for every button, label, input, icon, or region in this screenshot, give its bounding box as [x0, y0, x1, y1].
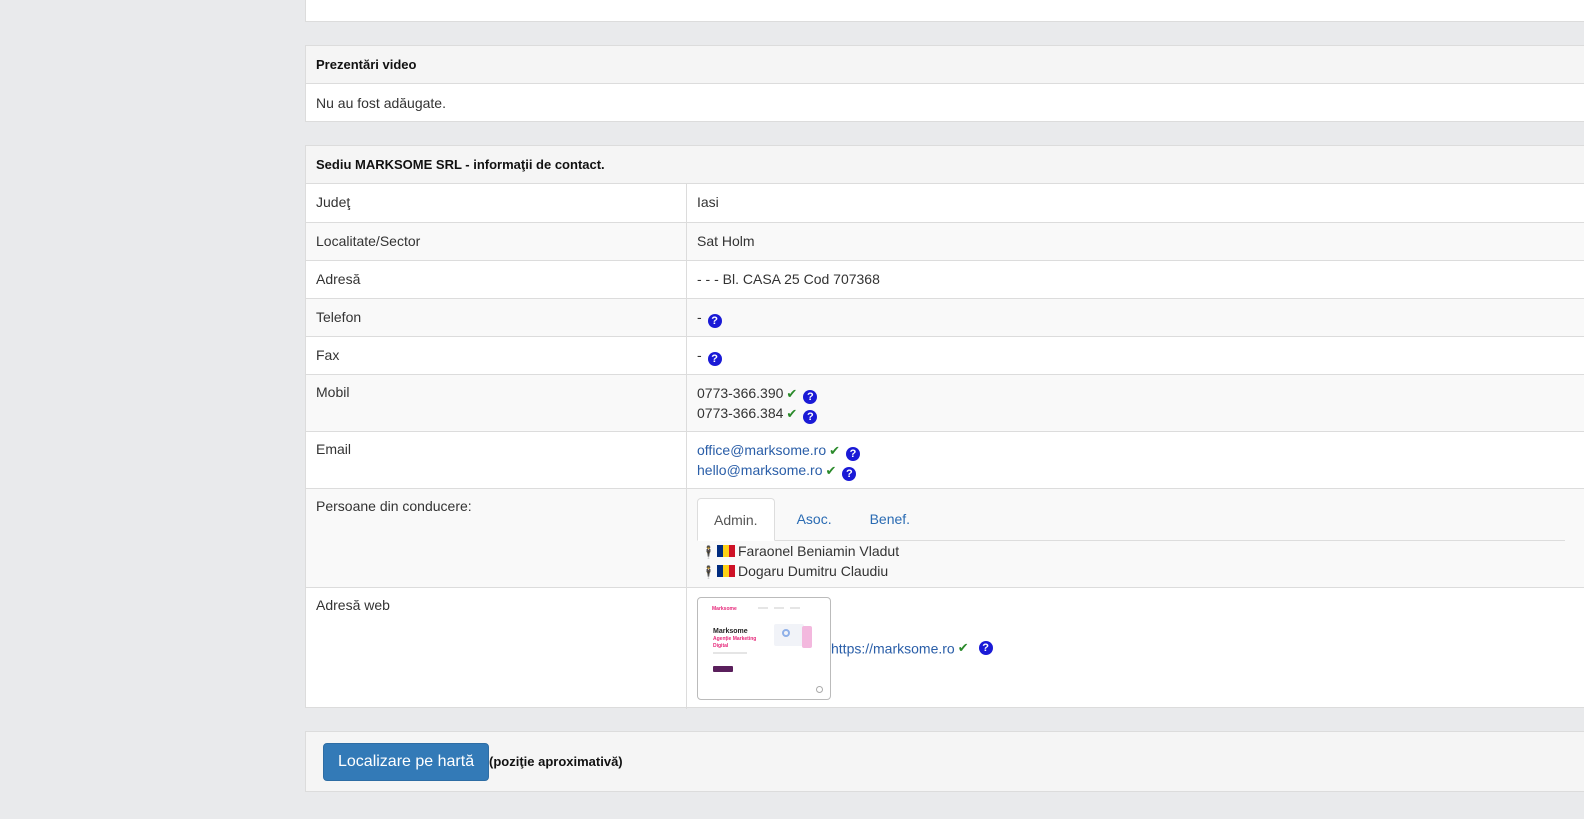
website-thumbnail[interactable]: Marksome Marksome Agenție Marketing Digi… [697, 596, 831, 700]
contact-table: Judeţ Iasi Localitate/Sector Sat Holm Ad… [306, 184, 1584, 709]
question-circle-icon[interactable]: ? [803, 389, 818, 404]
row-value: 0773-366.390 ✔? 0773-366.384 ✔? [686, 373, 1584, 431]
row-label: Judeţ [306, 184, 687, 222]
map-panel: Localizare pe hartă (poziţie aproximativ… [305, 731, 1584, 792]
top-panel-strip [305, 0, 1584, 22]
map-approximate-note: (poziţie aproximativă) [489, 754, 623, 769]
row-label: Fax [306, 335, 687, 374]
thumbnail-brand: Marksome [712, 605, 737, 612]
table-row: Fax -? [306, 335, 1584, 374]
email-link[interactable]: office@marksome.ro [697, 442, 826, 458]
fax-value: - [697, 346, 702, 363]
email-link[interactable]: hello@marksome.ro [697, 462, 822, 478]
telefon-value: - [697, 308, 702, 325]
check-icon: ✔ [786, 385, 798, 401]
list-item: 🕴 Faraonel Beniamin Vladut [701, 542, 1574, 562]
tab-asoc[interactable]: Asoc. [781, 498, 848, 540]
row-value: -? [686, 335, 1584, 374]
person-icon: 🕴 [701, 544, 716, 559]
row-value: -? [686, 297, 1584, 336]
tab-benef[interactable]: Benef. [854, 498, 926, 540]
table-row: Telefon -? [306, 297, 1584, 336]
question-circle-icon[interactable]: ? [707, 313, 722, 328]
table-row: Email office@marksome.ro ✔? hello@marksom… [306, 430, 1584, 488]
table-row: Localitate/Sector Sat Holm [306, 221, 1584, 260]
romania-flag-icon [717, 563, 735, 577]
row-value: Sat Holm [686, 221, 1584, 260]
question-circle-icon[interactable]: ? [846, 446, 861, 461]
row-label: Persoane din conducere: [306, 487, 687, 587]
person-name: Dogaru Dumitru Claudiu [738, 562, 889, 579]
check-icon: ✔ [825, 462, 837, 478]
thumbnail-headline: Digital [713, 642, 729, 649]
check-icon: ✔ [957, 640, 969, 655]
row-value: - - - Bl. CASA 25 Cod 707368 [686, 259, 1584, 298]
thumbnail-headline: Agenție Marketing [713, 635, 757, 642]
row-value: office@marksome.ro ✔? hello@marksome.ro ✔? [686, 430, 1584, 488]
person-name: Faraonel Beniamin Vladut [738, 542, 900, 559]
question-circle-icon[interactable]: ? [978, 641, 993, 655]
table-row: Adresă web Marksome Marksome Agenție Mar… [306, 586, 1584, 709]
row-label: Localitate/Sector [306, 221, 687, 260]
video-panel: Prezentări video Nu au fost adăugate. [305, 45, 1584, 122]
row-value: Admin. Asoc. Benef. 🕴 Faraonel Beniamin V… [686, 487, 1584, 587]
check-icon: ✔ [786, 405, 798, 421]
question-circle-icon[interactable]: ? [707, 351, 722, 366]
row-label: Email [306, 430, 687, 488]
row-value: Iasi [697, 194, 719, 210]
thumbnail-headline: Marksome [713, 627, 748, 635]
person-icon: 🕴 [701, 564, 716, 579]
table-row: Judeţ Iasi [306, 184, 1584, 222]
table-row: Persoane din conducere: Admin. Asoc. Ben… [306, 487, 1584, 587]
row-value: Marksome Marksome Agenție Marketing Digi… [686, 586, 1584, 709]
row-label: Mobil [306, 373, 687, 431]
video-panel-title: Prezentări video [306, 46, 1584, 84]
table-row: Adresă - - - Bl. CASA 25 Cod 707368 [306, 259, 1584, 298]
video-empty-text: Nu au fost adăugate. [316, 95, 446, 111]
mobile-number[interactable]: 0773-366.384 [697, 405, 783, 421]
question-circle-icon[interactable]: ? [803, 409, 818, 424]
row-label: Adresă [306, 259, 687, 298]
contact-panel-title: Sediu MARKSOME SRL - informaţii de conta… [306, 146, 1584, 184]
row-label: Adresă web [306, 586, 687, 709]
management-tabs: Admin. Asoc. Benef. [697, 497, 1565, 541]
question-circle-icon[interactable]: ? [842, 466, 857, 481]
mobile-number[interactable]: 0773-366.390 [697, 385, 783, 401]
romania-flag-icon [717, 543, 735, 557]
website-link[interactable]: https://marksome.ro [831, 640, 955, 656]
map-location-button[interactable]: Localizare pe hartă [323, 743, 490, 781]
tab-admin[interactable]: Admin. [697, 497, 775, 541]
list-item: 🕴 Dogaru Dumitru Claudiu [701, 562, 1574, 582]
table-row: Mobil 0773-366.390 ✔? 0773-366.384 ✔? [306, 373, 1584, 431]
check-icon: ✔ [829, 442, 841, 458]
row-label: Telefon [306, 297, 687, 336]
contact-panel: Sediu MARKSOME SRL - informaţii de conta… [305, 145, 1584, 709]
